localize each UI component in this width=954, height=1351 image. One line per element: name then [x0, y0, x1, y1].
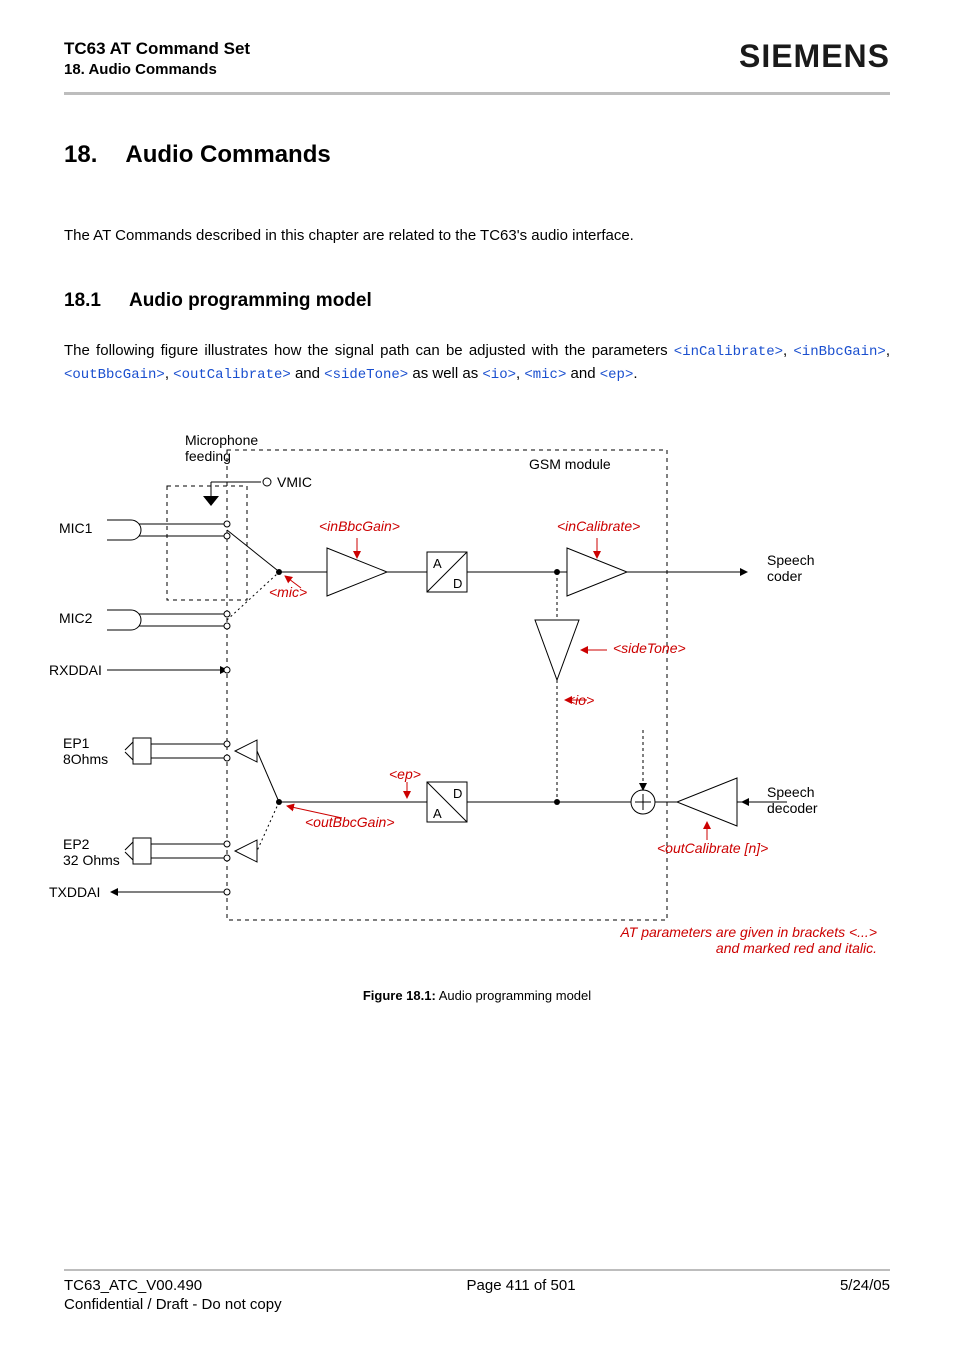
label-outBbcGain: <outBbcGain> — [305, 814, 395, 830]
param-outCalibrate[interactable]: <outCalibrate> — [173, 367, 291, 383]
footer-confidential: Confidential / Draft - Do not copy — [64, 1296, 890, 1313]
label-sideTone: <sideTone> — [613, 640, 686, 656]
figure-caption: Figure 18.1: Audio programming model — [64, 988, 890, 1003]
label-note: AT parameters are given in brackets <...… — [620, 924, 877, 956]
param-io[interactable]: <io> — [482, 367, 516, 383]
para-text: The following figure illustrates how the… — [64, 342, 674, 359]
label-ep2: EP2 32 Ohms — [63, 836, 120, 868]
doc-title: TC63 AT Command Set — [64, 38, 250, 60]
svg-text:D: D — [453, 786, 462, 801]
label-ep: <ep> — [389, 766, 421, 782]
param-outBbcGain[interactable]: <outBbcGain> — [64, 367, 165, 383]
heading-2: 18.1 Audio programming model — [64, 290, 890, 312]
header-divider — [64, 92, 890, 95]
svg-text:D: D — [453, 576, 462, 591]
label-mic1: MIC1 — [59, 520, 92, 536]
heading-1: 18. Audio Commands — [64, 141, 890, 169]
page-header: TC63 AT Command Set 18. Audio Commands S… — [64, 38, 890, 80]
label-outCalibrate: <outCalibrate [n]> — [657, 840, 768, 856]
figure-diagram: A D — [87, 440, 867, 970]
label-speech-decoder: Speech decoder — [767, 784, 818, 816]
param-inBbcGain[interactable]: <inBbcGain> — [793, 344, 885, 360]
param-inCalibrate[interactable]: <inCalibrate> — [674, 344, 783, 360]
svg-text:A: A — [433, 556, 442, 571]
intro-paragraph: The AT Commands described in this chapte… — [64, 225, 890, 246]
figure-caption-label: Figure 18.1: — [363, 988, 436, 1003]
label-vmic: VMIC — [277, 474, 312, 490]
heading-1-text: Audio Commands — [125, 141, 330, 169]
param-mic[interactable]: <mic> — [524, 367, 566, 383]
brand-logo: SIEMENS — [739, 38, 890, 75]
label-io: <io> — [567, 692, 594, 708]
param-ep[interactable]: <ep> — [600, 367, 634, 383]
label-ep1: EP1 8Ohms — [63, 735, 108, 767]
heading-2-text: Audio programming model — [129, 290, 372, 312]
footer-divider — [64, 1269, 890, 1271]
footer-page: Page 411 of 501 — [467, 1277, 576, 1294]
label-mic: <mic> — [269, 584, 307, 600]
doc-section: 18. Audio Commands — [64, 60, 250, 80]
svg-text:A: A — [433, 806, 442, 821]
footer-version: TC63_ATC_V00.490 — [64, 1277, 202, 1294]
label-microphone-feeding: Microphone feeding — [185, 432, 258, 464]
page-footer: TC63_ATC_V00.490 Page 411 of 501 5/24/05… — [64, 1269, 890, 1313]
figure-caption-text: Audio programming model — [436, 988, 591, 1003]
label-rxddai: RXDDAI — [49, 662, 102, 678]
body-paragraph: The following figure illustrates how the… — [64, 340, 890, 386]
diagram-svg: A D — [87, 440, 867, 970]
label-speech-coder: Speech coder — [767, 552, 814, 584]
label-mic2: MIC2 — [59, 610, 92, 626]
footer-date: 5/24/05 — [840, 1277, 890, 1294]
param-sideTone[interactable]: <sideTone> — [324, 367, 408, 383]
label-txddai: TXDDAI — [49, 884, 100, 900]
label-gsm-module: GSM module — [529, 456, 611, 472]
header-left: TC63 AT Command Set 18. Audio Commands — [64, 38, 250, 80]
figure-container: A D — [64, 440, 890, 970]
label-inCalibrate: <inCalibrate> — [557, 518, 640, 534]
label-inBbcGain: <inBbcGain> — [319, 518, 400, 534]
heading-1-number: 18. — [64, 141, 97, 169]
heading-2-number: 18.1 — [64, 290, 101, 312]
